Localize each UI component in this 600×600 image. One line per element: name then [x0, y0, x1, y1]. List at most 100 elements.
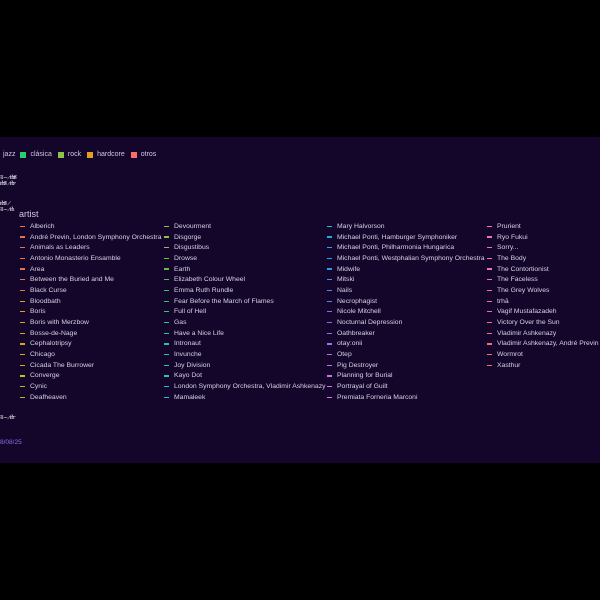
list-item[interactable]: Disgustibus — [164, 242, 326, 253]
list-item[interactable]: otay:onii — [327, 339, 485, 350]
legend-item[interactable]: otros — [130, 151, 156, 158]
list-item[interactable]: Emma Ruth Rundle — [164, 285, 326, 296]
list-item[interactable]: Converge — [20, 371, 161, 382]
list-item[interactable]: Planning for Burial — [327, 371, 485, 382]
color-dash-icon — [487, 257, 492, 260]
list-item[interactable]: Ryo Fukui — [487, 232, 599, 243]
artist-label: Victory Over the Sun — [497, 319, 560, 327]
list-item[interactable]: Elizabeth Colour Wheel — [164, 274, 326, 285]
list-item[interactable]: Earth — [164, 264, 326, 275]
artist-label: Ryo Fukui — [497, 233, 528, 241]
list-item[interactable]: Nicole Mitchell — [327, 307, 485, 318]
list-item[interactable]: Mamaleek — [164, 392, 326, 403]
list-item[interactable]: Oathbreaker — [327, 328, 485, 339]
list-item[interactable]: London Symphony Orchestra, Vladimir Ashk… — [164, 381, 326, 392]
list-item[interactable]: trhā — [487, 296, 599, 307]
list-item[interactable]: Mary Halvorson — [327, 221, 485, 232]
list-item[interactable]: Between the Buried and Me — [20, 274, 161, 285]
list-item[interactable]: Cynic — [20, 381, 161, 392]
color-dash-icon — [20, 353, 25, 356]
list-item[interactable]: Michael Ponti, Westphalian Symphony Orch… — [327, 253, 485, 264]
list-item[interactable]: The Body — [487, 253, 599, 264]
list-item[interactable]: Deafheaven — [20, 392, 161, 403]
color-dash-icon — [20, 311, 25, 313]
list-item[interactable]: Prurient — [487, 221, 599, 232]
artist-label: Emma Ruth Rundle — [174, 286, 234, 294]
list-item[interactable]: Pig Destroyer — [327, 360, 485, 371]
legend-item[interactable]: rock — [57, 151, 81, 158]
list-item[interactable]: Cicada The Burrower — [20, 360, 161, 371]
legend-item[interactable]: jazz — [3, 151, 15, 158]
list-item[interactable]: Have a Nice Life — [164, 328, 326, 339]
list-item[interactable]: Gas — [164, 317, 326, 328]
artist-label: Drowse — [174, 254, 198, 262]
list-item[interactable]: Nocturnal Depression — [327, 317, 485, 328]
list-item[interactable]: Vladimir Ashkenazy, André Previn — [487, 339, 599, 350]
list-item[interactable]: Premiata Forneria Marconi — [327, 392, 485, 403]
artist-label: Chicago — [30, 351, 55, 359]
color-dash-icon — [164, 257, 169, 260]
artist-column: Devourment Disgorge Disgustibus Drowse Earth… — [164, 221, 326, 403]
artist-label: Mamaleek — [174, 393, 206, 401]
list-item[interactable]: André Previn, London Symphony Orchestra — [20, 232, 161, 243]
color-dash-icon — [164, 386, 169, 388]
list-item[interactable]: The Contortionist — [487, 264, 599, 275]
list-item[interactable]: Devourment — [164, 221, 326, 232]
list-item[interactable]: Kayo Dot — [164, 371, 326, 382]
list-item[interactable]: Invunche — [164, 349, 326, 360]
list-item[interactable]: Midwife — [327, 264, 485, 275]
artist-label: Premiata Forneria Marconi — [337, 393, 418, 401]
list-item[interactable]: Disgorge — [164, 232, 326, 243]
list-item[interactable]: Boris — [20, 307, 161, 318]
overlapping-label-block: ᵺ̶ʬ̷ ʬ̶̷ᵺ — [0, 200, 14, 213]
legend-item[interactable]: clásica — [20, 151, 52, 158]
list-item[interactable]: Michael Ponti, Hamburger Symphoniker — [327, 232, 485, 243]
list-item[interactable]: Chicago — [20, 349, 161, 360]
color-dash-icon — [164, 353, 169, 356]
list-item[interactable]: Sorry... — [487, 242, 599, 253]
color-dash-icon — [164, 396, 169, 398]
list-item[interactable]: Intronaut — [164, 339, 326, 350]
legend-item[interactable]: hardcore — [87, 151, 125, 158]
color-dash-icon — [327, 225, 332, 227]
list-item[interactable]: Cephalotripsy — [20, 339, 161, 350]
list-item[interactable]: Necrophagist — [327, 296, 485, 307]
list-item[interactable]: Bosse-de-Nage — [20, 328, 161, 339]
list-item[interactable]: The Faceless — [487, 274, 599, 285]
list-item[interactable]: Victory Over the Sun — [487, 317, 599, 328]
color-dash-icon — [487, 279, 492, 281]
list-item[interactable]: Xasthur — [487, 360, 599, 371]
list-item[interactable]: Drowse — [164, 253, 326, 264]
color-dash-icon — [164, 321, 169, 324]
list-item[interactable]: Michael Ponti, Philharmonia Hungarica — [327, 242, 485, 253]
list-item[interactable]: Area — [20, 264, 161, 275]
list-item[interactable]: Antonio Monasterio Ensamble — [20, 253, 161, 264]
artist-label: Wormrot — [497, 351, 523, 359]
list-item[interactable]: Portrayal of Guilt — [327, 381, 485, 392]
list-item[interactable]: Mitski — [327, 274, 485, 285]
artist-label: Nicole Mitchell — [337, 308, 381, 316]
list-item[interactable]: Nails — [327, 285, 485, 296]
color-dash-icon — [20, 321, 25, 324]
list-item[interactable]: The Grey Wolves — [487, 285, 599, 296]
list-item[interactable]: Joy Division — [164, 360, 326, 371]
overlapping-label-block: ʬ̶̷ᵺ̶ — [0, 414, 14, 421]
list-item[interactable]: Bloodbath — [20, 296, 161, 307]
list-item[interactable]: Wormrot — [487, 349, 599, 360]
list-item[interactable]: Vagif Mustafazadeh — [487, 307, 599, 318]
artist-label: Vagif Mustafazadeh — [497, 308, 557, 316]
artist-label: Oathbreaker — [337, 329, 375, 337]
list-item[interactable]: Alberich — [20, 221, 161, 232]
artist-label: Boris — [30, 308, 46, 316]
list-item[interactable]: Fear Before the March of Flames — [164, 296, 326, 307]
list-item[interactable]: Animals as Leaders — [20, 242, 161, 253]
artist-label: Planning for Burial — [337, 372, 393, 380]
list-item[interactable]: Otep — [327, 349, 485, 360]
date-label: 8/08/25 — [0, 439, 22, 446]
artist-label: Intronaut — [174, 340, 201, 348]
artist-label: Otep — [337, 351, 352, 359]
list-item[interactable]: Black Curse — [20, 285, 161, 296]
list-item[interactable]: Boris with Merzbow — [20, 317, 161, 328]
list-item[interactable]: Vladimir Ashkenazy — [487, 328, 599, 339]
list-item[interactable]: Full of Hell — [164, 307, 326, 318]
